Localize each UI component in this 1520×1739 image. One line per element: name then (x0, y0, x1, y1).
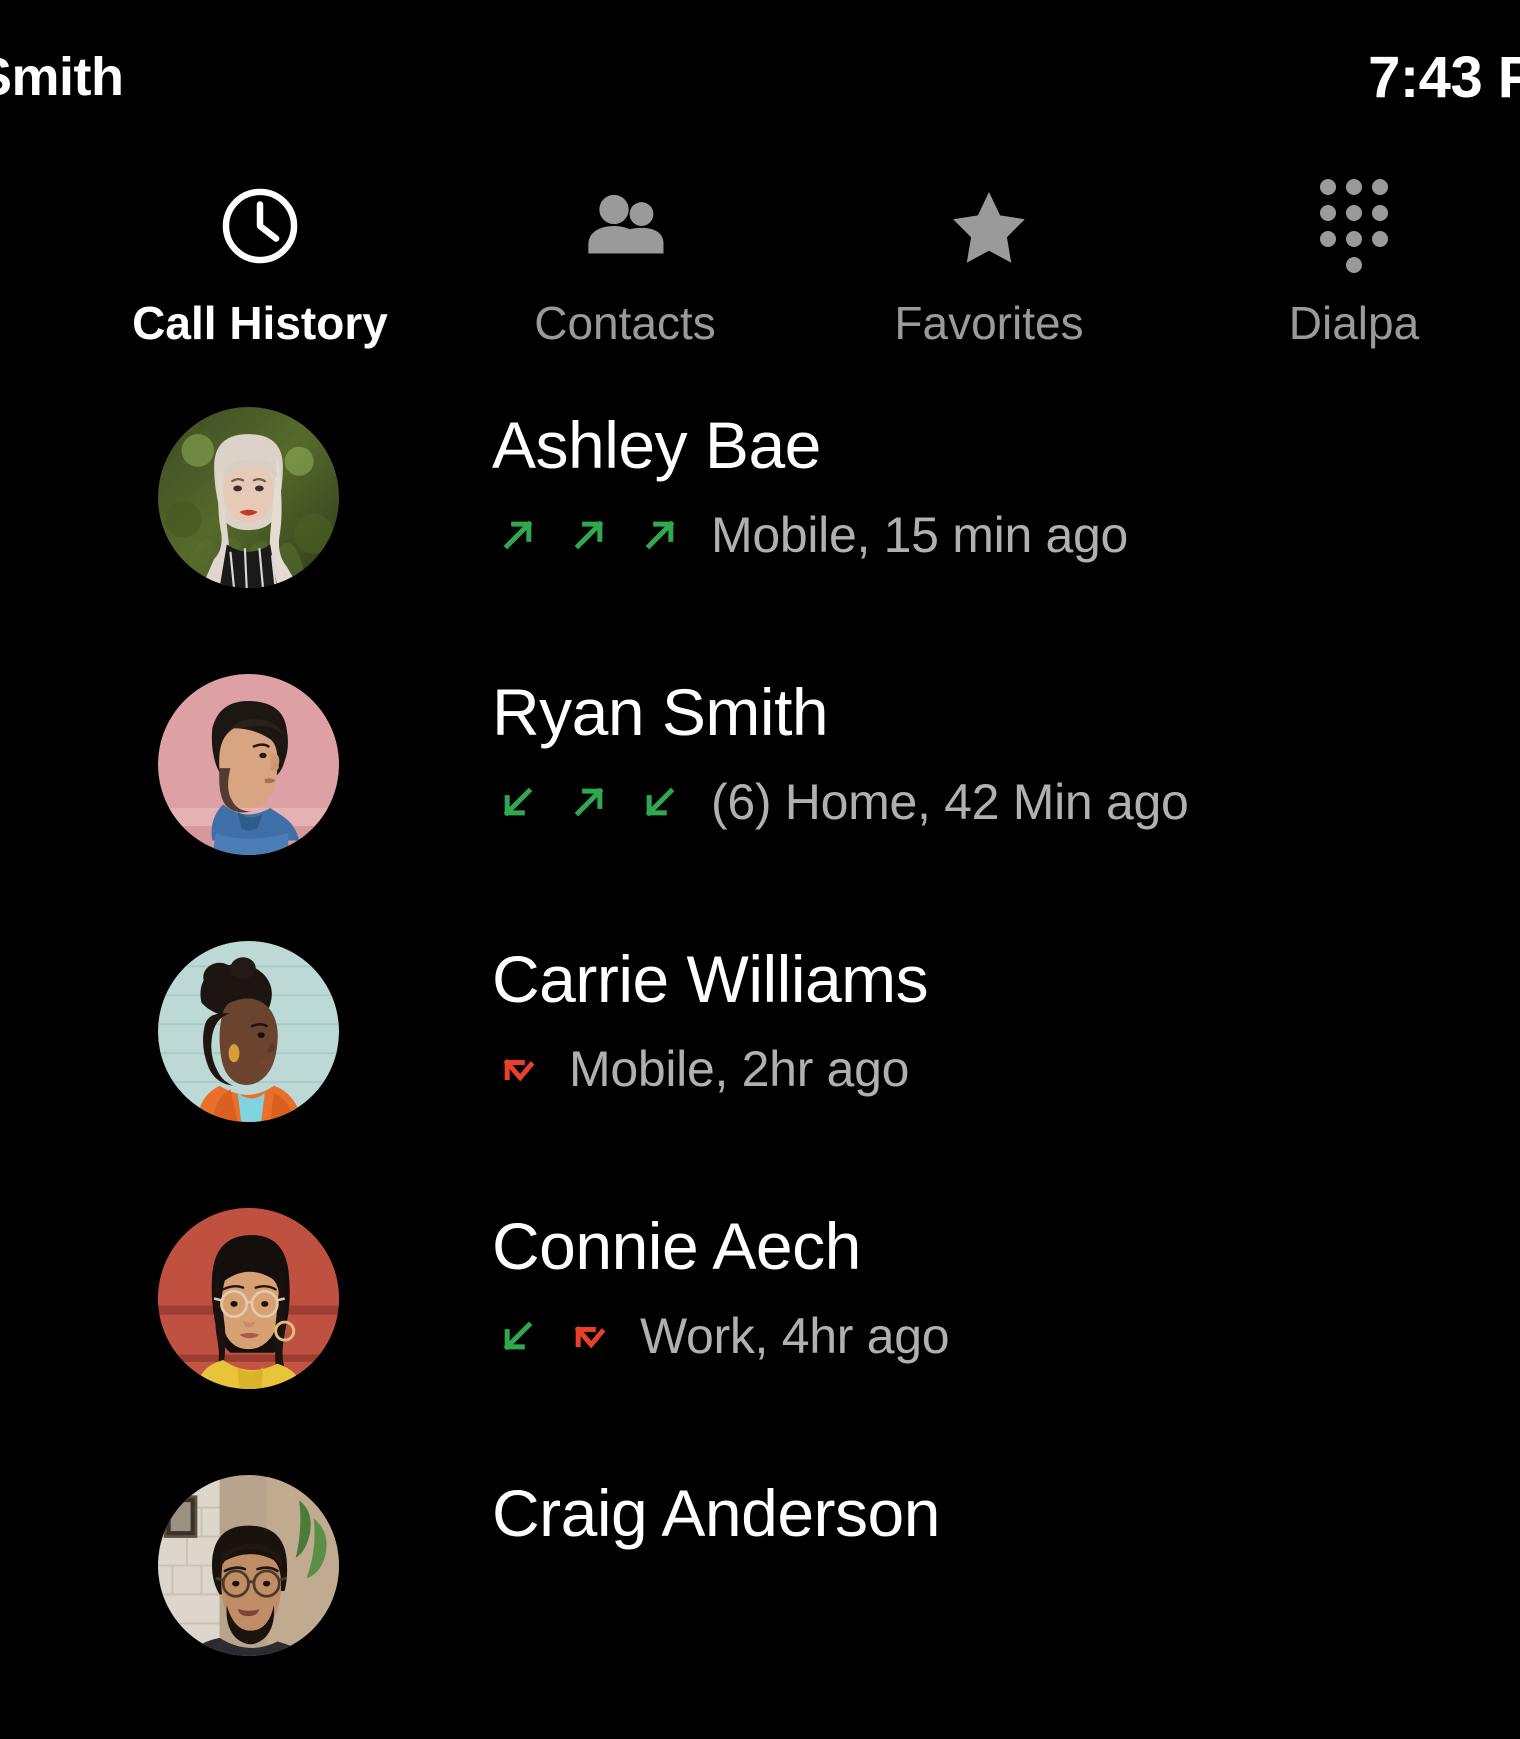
clock-icon (212, 178, 308, 274)
tab-dialpad[interactable]: Dialpa (1172, 160, 1520, 360)
tab-label: Contacts (534, 297, 716, 349)
people-icon (577, 178, 673, 274)
call-incoming-icon (492, 1310, 544, 1362)
call-incoming-icon (634, 776, 686, 828)
call-outgoing-icon (492, 509, 544, 561)
tab-label: Dialpa (1288, 297, 1420, 349)
call-list-item[interactable]: Connie Aech Work, 4hr ago (0, 1205, 1520, 1472)
contact-name: Connie Aech (492, 1209, 861, 1283)
call-info: Connie Aech Work, 4hr ago (492, 1205, 950, 1365)
call-meta: Work, 4hr ago (492, 1307, 950, 1365)
call-missed-icon (492, 1043, 544, 1095)
call-detail: Mobile, 2hr ago (569, 1041, 910, 1097)
call-missed-icon (563, 1310, 615, 1362)
status-bar: Smith 7:43 P (0, 0, 1520, 152)
tab-label: Favorites (894, 297, 1084, 349)
tab-bar: Call History Contacts Favorites Dialpa (0, 160, 1520, 380)
call-info: Craig Anderson (492, 1472, 940, 1546)
tab-label: Call History (132, 297, 388, 349)
call-list-item[interactable]: Ryan Smith (6) Home, 42 Min ago (0, 671, 1520, 938)
contact-name: Ryan Smith (492, 675, 829, 749)
call-outgoing-icon (563, 509, 615, 561)
tab-contacts[interactable]: Contacts (443, 160, 807, 360)
call-info: Ashley Bae Mobile, 15 min ago (492, 404, 1128, 564)
call-list-item[interactable]: Carrie Williams Mobile, 2hr ago (0, 938, 1520, 1205)
avatar[interactable] (158, 674, 339, 855)
tab-call-history[interactable]: Call History (78, 160, 442, 360)
status-bar-title: Smith (0, 47, 124, 107)
call-incoming-icon (492, 776, 544, 828)
call-detail: Mobile, 15 min ago (711, 507, 1129, 563)
call-info: Ryan Smith (6) Home, 42 Min ago (492, 671, 1189, 831)
contact-name: Ashley Bae (492, 408, 821, 482)
call-list-item[interactable]: Craig Anderson (0, 1472, 1520, 1739)
avatar[interactable] (158, 407, 339, 588)
call-meta: Mobile, 2hr ago (492, 1040, 928, 1098)
star-icon (941, 178, 1037, 274)
contact-name: Craig Anderson (492, 1476, 940, 1550)
avatar[interactable] (158, 1475, 339, 1656)
avatar[interactable] (158, 941, 339, 1122)
status-bar-clock: 7:43 P (1368, 45, 1520, 110)
call-meta: (6) Home, 42 Min ago (492, 773, 1189, 831)
call-history-list: Ashley Bae Mobile, 15 min ago Ryan Smith… (0, 404, 1520, 1739)
call-outgoing-icon (634, 509, 686, 561)
avatar[interactable] (158, 1208, 339, 1389)
call-outgoing-icon (563, 776, 615, 828)
call-meta: Mobile, 15 min ago (492, 506, 1128, 564)
call-detail: Work, 4hr ago (640, 1308, 950, 1364)
call-info: Carrie Williams Mobile, 2hr ago (492, 938, 929, 1098)
call-list-item[interactable]: Ashley Bae Mobile, 15 min ago (0, 404, 1520, 671)
call-detail: (6) Home, 42 Min ago (711, 774, 1189, 830)
dialpad-icon (1306, 178, 1402, 274)
contact-name: Carrie Williams (492, 942, 929, 1016)
tab-favorites[interactable]: Favorites (807, 160, 1171, 360)
